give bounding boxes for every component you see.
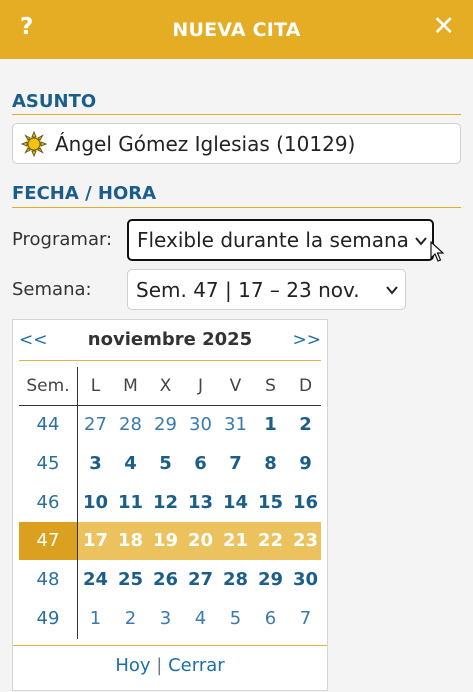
- help-button[interactable]: ?: [20, 14, 33, 40]
- calendar-day[interactable]: 29: [148, 406, 183, 444]
- calendar-day[interactable]: 28: [218, 561, 253, 599]
- chevron-down-icon: [415, 237, 427, 246]
- subject-value: Ángel Gómez Iglesias (10129): [55, 131, 356, 156]
- semana-select[interactable]: Sem. 47 | 17 – 23 nov.: [127, 269, 406, 310]
- calendar-day-selected-week[interactable]: 21: [218, 522, 253, 560]
- weekday-header: V: [229, 376, 242, 396]
- calendar-day[interactable]: 30: [183, 406, 218, 444]
- today-button[interactable]: Hoy: [115, 655, 150, 676]
- calendar-day[interactable]: 11: [113, 484, 148, 522]
- calendar-day[interactable]: 28: [113, 406, 148, 444]
- asunto-heading: ASUNTO: [12, 91, 97, 112]
- week-number[interactable]: 49: [19, 600, 77, 638]
- week-number[interactable]: 48: [19, 561, 77, 599]
- week-number[interactable]: 44: [19, 406, 77, 444]
- fecha-heading: FECHA / HORA: [12, 183, 157, 204]
- calendar-day-selected-week[interactable]: 23: [288, 522, 323, 560]
- calendar-day-selected-week[interactable]: 19: [148, 522, 183, 560]
- calendar-day[interactable]: 1: [78, 600, 113, 638]
- close-calendar-button[interactable]: Cerrar: [168, 655, 225, 676]
- calendar-day[interactable]: 2: [288, 406, 323, 444]
- calendar-day[interactable]: 26: [148, 561, 183, 599]
- calendar-day[interactable]: 15: [253, 484, 288, 522]
- weekday-header: S: [265, 376, 276, 396]
- weekday-header: L: [90, 376, 101, 396]
- dialog-body: ASUNTO Ángel Gómez Iglesias (10129) FECH…: [0, 59, 473, 692]
- calendar-day[interactable]: 6: [183, 445, 218, 483]
- asunto-divider: [12, 114, 461, 115]
- calendar-day[interactable]: 9: [288, 445, 323, 483]
- dialog-header: ? NUEVA CITA ✕: [0, 0, 473, 59]
- calendar-day[interactable]: 13: [183, 484, 218, 522]
- dialog-title: NUEVA CITA: [172, 18, 301, 41]
- calendar-day[interactable]: 14: [218, 484, 253, 522]
- calendar-day[interactable]: 27: [183, 561, 218, 599]
- calendar-day[interactable]: 10: [78, 484, 113, 522]
- week-column-divider: [77, 367, 78, 639]
- calendar-month-title: noviembre 2025: [87, 329, 253, 350]
- calendar-day[interactable]: 24: [78, 561, 113, 599]
- week-number-header: Sem.: [26, 376, 70, 396]
- calendar-day[interactable]: 29: [253, 561, 288, 599]
- fecha-divider: [12, 207, 461, 208]
- calendar-footer: Hoy | Cerrar: [13, 655, 327, 676]
- calendar-day[interactable]: 3: [78, 445, 113, 483]
- calendar-day[interactable]: 27: [78, 406, 113, 444]
- calendar-day-selected-week[interactable]: 22: [253, 522, 288, 560]
- calendar-day[interactable]: 5: [148, 445, 183, 483]
- weekday-header: M: [123, 376, 138, 396]
- footer-separator: |: [156, 655, 163, 676]
- calendar-header: << noviembre 2025 >>: [13, 320, 327, 360]
- weekday-header: J: [197, 376, 203, 396]
- calendar-day[interactable]: 1: [253, 406, 288, 444]
- calendar-day[interactable]: 8: [253, 445, 288, 483]
- calendar-day[interactable]: 6: [253, 600, 288, 638]
- calendar-day[interactable]: 5: [218, 600, 253, 638]
- calendar-day[interactable]: 12: [148, 484, 183, 522]
- sun-icon: [21, 130, 47, 157]
- weekday-header: X: [159, 376, 172, 396]
- programar-value: Flexible durante la semana: [137, 228, 409, 252]
- calendar-day[interactable]: 3: [148, 600, 183, 638]
- close-button[interactable]: ✕: [432, 11, 455, 42]
- week-number-selected[interactable]: 47: [19, 522, 77, 560]
- calendar-day[interactable]: 16: [288, 484, 323, 522]
- week-number[interactable]: 46: [19, 484, 77, 522]
- calendar-day[interactable]: 4: [183, 600, 218, 638]
- programar-label: Programar:: [12, 229, 113, 250]
- calendar-day[interactable]: 7: [218, 445, 253, 483]
- calendar-day-selected-week[interactable]: 20: [183, 522, 218, 560]
- calendar-day[interactable]: 4: [113, 445, 148, 483]
- semana-value: Sem. 47 | 17 – 23 nov.: [136, 277, 360, 302]
- mouse-pointer-icon: [430, 241, 444, 262]
- weekday-header: D: [298, 376, 313, 396]
- programar-select[interactable]: Flexible durante la semana: [127, 219, 434, 261]
- calendar-day[interactable]: 25: [113, 561, 148, 599]
- semana-label: Semana:: [12, 279, 92, 300]
- calendar-day[interactable]: 31: [218, 406, 253, 444]
- calendar-popup: << noviembre 2025 >> Sem. L M X J V S D …: [12, 319, 328, 691]
- calendar-day[interactable]: 30: [288, 561, 323, 599]
- subject-field[interactable]: Ángel Gómez Iglesias (10129): [12, 123, 461, 164]
- calendar-day-selected-week[interactable]: 17: [78, 522, 113, 560]
- calendar-day-selected-week[interactable]: 18: [113, 522, 148, 560]
- calendar-header-divider: [19, 360, 321, 361]
- calendar-day[interactable]: 7: [288, 600, 323, 638]
- calendar-footer-divider: [13, 645, 327, 646]
- chevron-down-icon: [386, 286, 398, 295]
- next-month-button[interactable]: >>: [293, 330, 322, 350]
- calendar-day[interactable]: 2: [113, 600, 148, 638]
- week-number[interactable]: 45: [19, 445, 77, 483]
